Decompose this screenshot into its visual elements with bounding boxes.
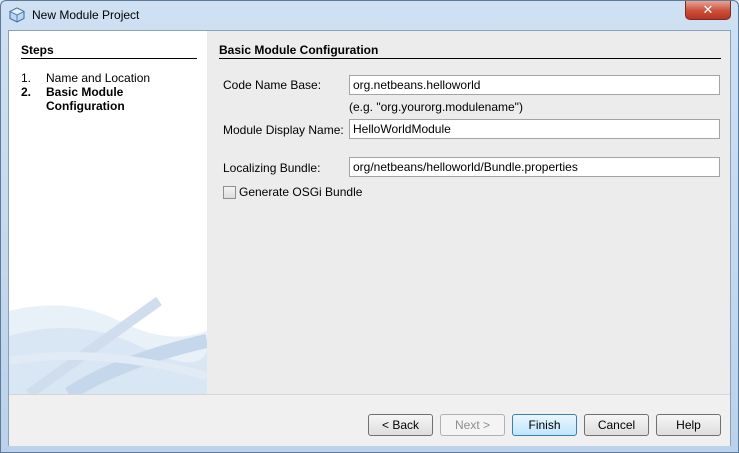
code-name-base-field[interactable] bbox=[349, 75, 720, 95]
step-number: 2. bbox=[21, 85, 32, 99]
generate-osgi-bundle-label[interactable]: Generate OSGi Bundle bbox=[239, 185, 362, 199]
window-title: New Module Project bbox=[32, 8, 140, 22]
code-name-base-label: Code Name Base: bbox=[223, 78, 322, 92]
step-label: Name and Location bbox=[46, 71, 151, 85]
localizing-bundle-field[interactable] bbox=[349, 157, 720, 177]
close-icon: ✕ bbox=[702, 2, 714, 17]
steps-title: Steps bbox=[21, 43, 54, 57]
configuration-panel: Basic Module Configuration Code Name Bas… bbox=[207, 31, 730, 394]
button-bar: < Back Next > Finish Cancel Help bbox=[9, 394, 730, 446]
panel-title: Basic Module Configuration bbox=[219, 43, 379, 57]
steps-divider bbox=[21, 58, 197, 59]
dialog-content: Steps 1. Name and Location 2. Basic Modu… bbox=[8, 30, 731, 446]
module-display-name-label: Module Display Name: bbox=[223, 123, 344, 137]
finish-button[interactable]: Finish bbox=[512, 414, 577, 436]
generate-osgi-bundle-checkbox[interactable] bbox=[223, 186, 236, 199]
cancel-button[interactable]: Cancel bbox=[584, 414, 649, 436]
next-button[interactable]: Next > bbox=[440, 414, 505, 436]
close-button[interactable]: ✕ bbox=[685, 1, 731, 20]
step-number: 1. bbox=[21, 71, 32, 85]
back-button[interactable]: < Back bbox=[368, 414, 433, 436]
dialog-window: New Module Project ✕ Steps 1. Name and L… bbox=[0, 0, 739, 453]
steps-panel: Steps 1. Name and Location 2. Basic Modu… bbox=[9, 31, 207, 394]
decorative-wave-graphic bbox=[9, 296, 207, 394]
step-label: Basic Module Configuration bbox=[46, 85, 125, 113]
code-name-base-hint: (e.g. "org.yourorg.modulename") bbox=[349, 100, 523, 114]
module-display-name-field[interactable] bbox=[349, 119, 720, 139]
title-bar[interactable]: New Module Project ✕ bbox=[1, 1, 738, 29]
panel-divider bbox=[219, 58, 721, 59]
netbeans-cube-icon bbox=[9, 7, 25, 23]
help-button[interactable]: Help bbox=[656, 414, 721, 436]
localizing-bundle-label: Localizing Bundle: bbox=[223, 161, 321, 175]
